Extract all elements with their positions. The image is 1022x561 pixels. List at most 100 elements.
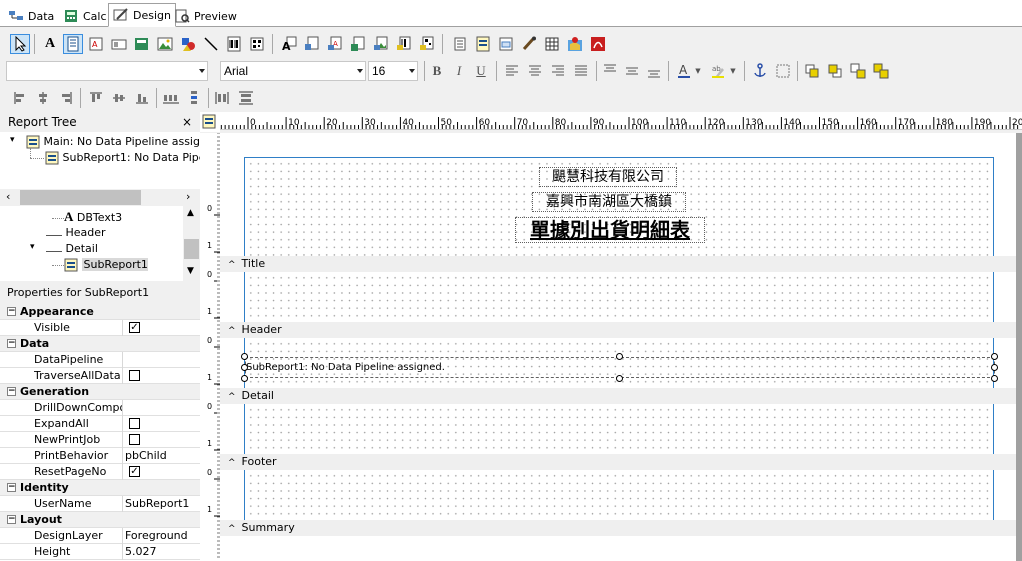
band-header[interactable]: ^ Header bbox=[220, 322, 1022, 338]
chevron-down-icon[interactable]: ▾ bbox=[10, 135, 15, 145]
band-area-summary[interactable] bbox=[244, 470, 994, 520]
chevron-down-icon[interactable]: ▾ bbox=[30, 242, 35, 252]
db2dbarcode-tool-button[interactable] bbox=[417, 34, 437, 54]
close-icon[interactable]: × bbox=[182, 112, 192, 132]
underline-button[interactable]: U bbox=[471, 61, 491, 81]
property-category[interactable]: − Appearance bbox=[0, 304, 200, 320]
anchor-button[interactable] bbox=[750, 61, 770, 81]
band-footer[interactable]: ^ Footer bbox=[220, 454, 1022, 470]
scroll-thumb[interactable] bbox=[184, 239, 199, 259]
property-row[interactable]: DrillDownComponent bbox=[0, 400, 200, 416]
property-value[interactable] bbox=[122, 352, 200, 368]
select-pointer-button[interactable] bbox=[10, 34, 30, 54]
collapse-icon[interactable]: − bbox=[7, 483, 16, 492]
bold-button[interactable]: B bbox=[427, 61, 447, 81]
collapse-icon[interactable]: − bbox=[7, 339, 16, 348]
dbimage-tool-button[interactable] bbox=[371, 34, 391, 54]
label-tool-button[interactable]: A bbox=[40, 34, 60, 54]
border-button[interactable] bbox=[773, 61, 793, 81]
band-area-header[interactable]: 颶慧科技有限公司 嘉興市南湖區大橋鎮 單據別出貨明細表 bbox=[244, 157, 994, 256]
resize-handle[interactable] bbox=[241, 364, 248, 371]
property-row[interactable]: NewPrintJob bbox=[0, 432, 200, 448]
band-area-footer[interactable] bbox=[244, 404, 994, 454]
property-category[interactable]: − Layout bbox=[0, 512, 200, 528]
property-value[interactable] bbox=[122, 416, 200, 432]
report-title-label[interactable]: 單據別出貨明細表 bbox=[515, 217, 705, 243]
font-color-dropdown[interactable]: ▼ bbox=[693, 61, 703, 81]
resize-handle[interactable] bbox=[616, 375, 623, 382]
shape-tool-button[interactable] bbox=[178, 34, 198, 54]
crosstab-tool-button[interactable] bbox=[496, 34, 516, 54]
map-tool-button[interactable] bbox=[565, 34, 585, 54]
property-row[interactable]: DataPipeline bbox=[0, 352, 200, 368]
align-tops-button[interactable] bbox=[86, 88, 106, 108]
tree-item-detail[interactable]: Detail bbox=[46, 241, 166, 257]
property-row[interactable]: DesignLayer Foreground bbox=[0, 528, 200, 544]
property-value[interactable]: SubReport1 bbox=[122, 496, 200, 512]
bring-forward-button[interactable] bbox=[848, 61, 868, 81]
tree-item-dbtext3[interactable]: A DBText3 bbox=[52, 209, 172, 225]
property-value[interactable] bbox=[122, 368, 200, 384]
chevron-up-icon[interactable]: ▲ bbox=[187, 208, 194, 218]
align-lefts-button[interactable] bbox=[10, 88, 30, 108]
scroll-thumb[interactable] bbox=[20, 190, 141, 205]
tree-item-main[interactable]: Main: No Data Pipeline assigned. bbox=[26, 134, 200, 150]
property-value[interactable]: pbChild bbox=[122, 448, 200, 464]
same-height-button[interactable] bbox=[236, 88, 256, 108]
variable-tool-button[interactable] bbox=[132, 34, 152, 54]
region-tool-button[interactable] bbox=[450, 34, 470, 54]
barcode-tool-button[interactable] bbox=[224, 34, 244, 54]
valign-middle-button[interactable] bbox=[622, 61, 642, 81]
property-row[interactable]: PrintBehavior pbChild bbox=[0, 448, 200, 464]
align-vert-centers-button[interactable] bbox=[109, 88, 129, 108]
design-surface[interactable]: 颶慧科技有限公司 嘉興市南湖區大橋鎮 單據別出貨明細表 ^ Title ^ Head… bbox=[220, 133, 1022, 561]
resize-handle[interactable] bbox=[991, 364, 998, 371]
resize-handle[interactable] bbox=[991, 375, 998, 382]
property-category[interactable]: − Generation bbox=[0, 384, 200, 400]
align-right-button[interactable] bbox=[548, 61, 568, 81]
dbtext-tool-button[interactable]: A bbox=[279, 34, 299, 54]
highlight-color-dropdown[interactable]: ▼ bbox=[728, 61, 738, 81]
style-combo[interactable] bbox=[6, 61, 208, 81]
property-value[interactable]: ✓ bbox=[122, 320, 200, 336]
property-row[interactable]: Height 5.027 bbox=[0, 544, 200, 560]
align-rights-button[interactable] bbox=[56, 88, 76, 108]
tab-design[interactable]: Design bbox=[108, 3, 176, 27]
company-name-label[interactable]: 颶慧科技有限公司 bbox=[539, 167, 677, 187]
tab-data[interactable]: Data bbox=[4, 5, 58, 27]
property-row[interactable]: UserName SubReport1 bbox=[0, 496, 200, 512]
line-tool-button[interactable] bbox=[201, 34, 221, 54]
property-row[interactable]: ResetPageNo ✓ bbox=[0, 464, 200, 480]
chevron-down-icon[interactable]: ▼ bbox=[187, 266, 194, 276]
band-area-detail[interactable]: SubReport1: No Data Pipeline assigned. bbox=[241, 338, 998, 388]
property-value[interactable]: Foreground bbox=[122, 528, 200, 544]
font-color-button[interactable]: A bbox=[674, 61, 694, 81]
dbbarcode-tool-button[interactable] bbox=[394, 34, 414, 54]
2dbarcode-tool-button[interactable] bbox=[247, 34, 267, 54]
collapse-icon[interactable]: − bbox=[7, 307, 16, 316]
tree-vertical-scrollbar[interactable]: ▲ ▼ bbox=[183, 206, 200, 281]
align-bottoms-button[interactable] bbox=[132, 88, 152, 108]
pdf-tool-button[interactable] bbox=[588, 34, 608, 54]
band-title[interactable]: ^ Title bbox=[220, 256, 1022, 272]
space-vert-button[interactable] bbox=[184, 88, 204, 108]
align-center-button[interactable] bbox=[525, 61, 545, 81]
send-to-back-button[interactable] bbox=[825, 61, 845, 81]
dbmemo-tool-button[interactable] bbox=[302, 34, 322, 54]
checkbox[interactable] bbox=[129, 434, 140, 445]
property-category[interactable]: − Identity bbox=[0, 480, 200, 496]
space-horz-button[interactable] bbox=[161, 88, 181, 108]
design-vertical-scrollbar[interactable] bbox=[1016, 133, 1022, 561]
checkbox[interactable] bbox=[129, 418, 140, 429]
checkbox[interactable]: ✓ bbox=[129, 322, 140, 333]
highlight-color-button[interactable]: ab bbox=[708, 61, 728, 81]
tree-item-subreport1[interactable]: SubReport1: No Data Pipeline assigned. bbox=[45, 150, 200, 166]
valign-top-button[interactable] bbox=[600, 61, 620, 81]
align-horz-centers-button[interactable] bbox=[33, 88, 53, 108]
image-tool-button[interactable] bbox=[155, 34, 175, 54]
same-width-button[interactable] bbox=[213, 88, 233, 108]
property-row[interactable]: TraverseAllData bbox=[0, 368, 200, 384]
table-tool-button[interactable] bbox=[542, 34, 562, 54]
chevron-left-icon[interactable]: ‹ bbox=[6, 190, 10, 203]
tree-item-subreport1-selected[interactable]: SubReport1 bbox=[52, 257, 148, 273]
